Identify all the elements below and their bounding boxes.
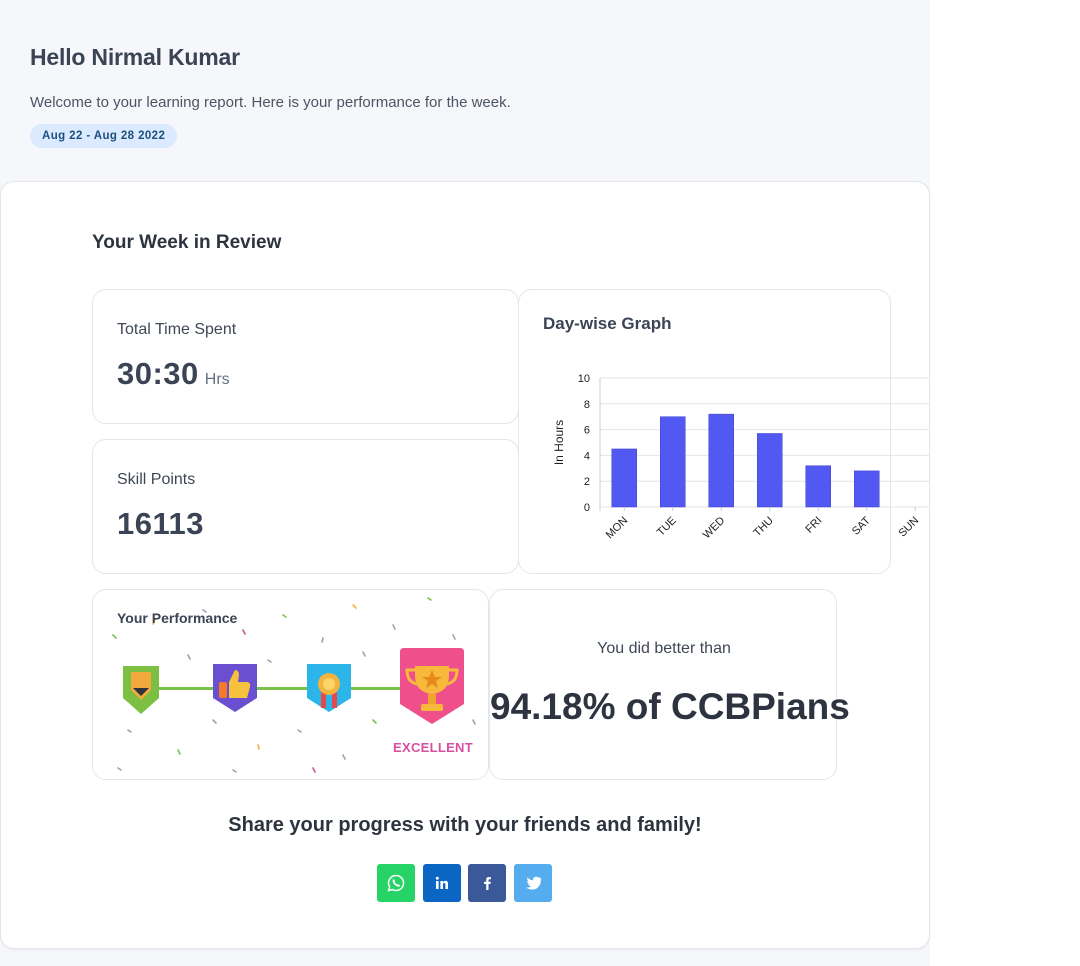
performance-title: Your Performance xyxy=(117,610,238,626)
y-axis-label: In Hours xyxy=(552,420,566,465)
bar xyxy=(660,416,686,508)
trophy-badge-icon xyxy=(400,648,464,724)
x-tick-label: THU xyxy=(751,515,776,540)
y-tick-label: 8 xyxy=(584,399,590,411)
thumbs-up-badge-icon xyxy=(213,664,257,712)
y-tick-label: 4 xyxy=(584,450,590,462)
twitter-share-button[interactable] xyxy=(514,864,552,902)
pencil-badge-icon xyxy=(123,666,159,714)
facebook-icon xyxy=(484,877,491,890)
bar xyxy=(757,433,783,508)
bar xyxy=(611,448,637,508)
graph-title: Day-wise Graph xyxy=(543,314,672,333)
x-tick-label: MON xyxy=(604,515,631,542)
facebook-share-button[interactable] xyxy=(468,864,506,902)
linkedin-share-button[interactable] xyxy=(423,864,461,902)
y-tick-label: 6 xyxy=(584,425,590,437)
time-spent-label: Total Time Spent xyxy=(117,321,237,338)
time-spent-unit: Hrs xyxy=(204,371,230,388)
skill-points-label: Skill Points xyxy=(117,471,196,488)
bar xyxy=(708,413,734,508)
section-title: Your Week in Review xyxy=(92,232,282,253)
comparison-card: You did better than 94.18% of CCBPians xyxy=(489,589,850,780)
y-tick-label: 2 xyxy=(584,476,590,488)
bar xyxy=(805,465,831,508)
time-spent-value: 30:30 xyxy=(117,356,199,391)
x-tick-label: TUE xyxy=(655,515,679,539)
date-range-badge: Aug 22 - Aug 28 2022 xyxy=(30,124,178,148)
welcome-text: Welcome to your learning report. Here is… xyxy=(30,94,511,111)
bar xyxy=(854,470,880,508)
time-spent-card: Total Time Spent 30:30 Hrs xyxy=(92,289,519,424)
performance-card: Your Performance EXCELLENT xyxy=(92,589,489,780)
x-tick-label: SUN xyxy=(896,515,921,540)
linkedin-icon xyxy=(435,876,448,889)
performance-level-label: EXCELLENT xyxy=(393,740,473,755)
day-wise-bar-chart: 0 2 4 6 8 10 In Hours MON TUE WED THU FRI SAT SUN xyxy=(552,373,930,542)
whatsapp-icon xyxy=(387,874,405,892)
y-tick-label: 0 xyxy=(584,502,590,514)
skill-points-card: Skill Points 16113 xyxy=(92,439,519,574)
performance-progress-line xyxy=(141,687,433,690)
share-title: Share your progress with your friends an… xyxy=(228,814,702,836)
medal-badge-icon xyxy=(307,664,351,712)
x-tick-label: SAT xyxy=(850,514,873,537)
skill-points-value: 16113 xyxy=(117,506,204,541)
comparison-value: 94.18% of CCBPians xyxy=(490,686,850,727)
x-tick-label: WED xyxy=(701,515,728,542)
twitter-icon xyxy=(526,876,541,890)
comparison-label: You did better than xyxy=(597,640,731,657)
x-tick-label: FRI xyxy=(803,515,824,536)
y-tick-label: 10 xyxy=(578,373,590,385)
time-spent-value-row: 30:30 Hrs xyxy=(117,356,230,392)
greeting-heading: Hello Nirmal Kumar xyxy=(30,44,240,70)
whatsapp-share-button[interactable] xyxy=(377,864,415,902)
